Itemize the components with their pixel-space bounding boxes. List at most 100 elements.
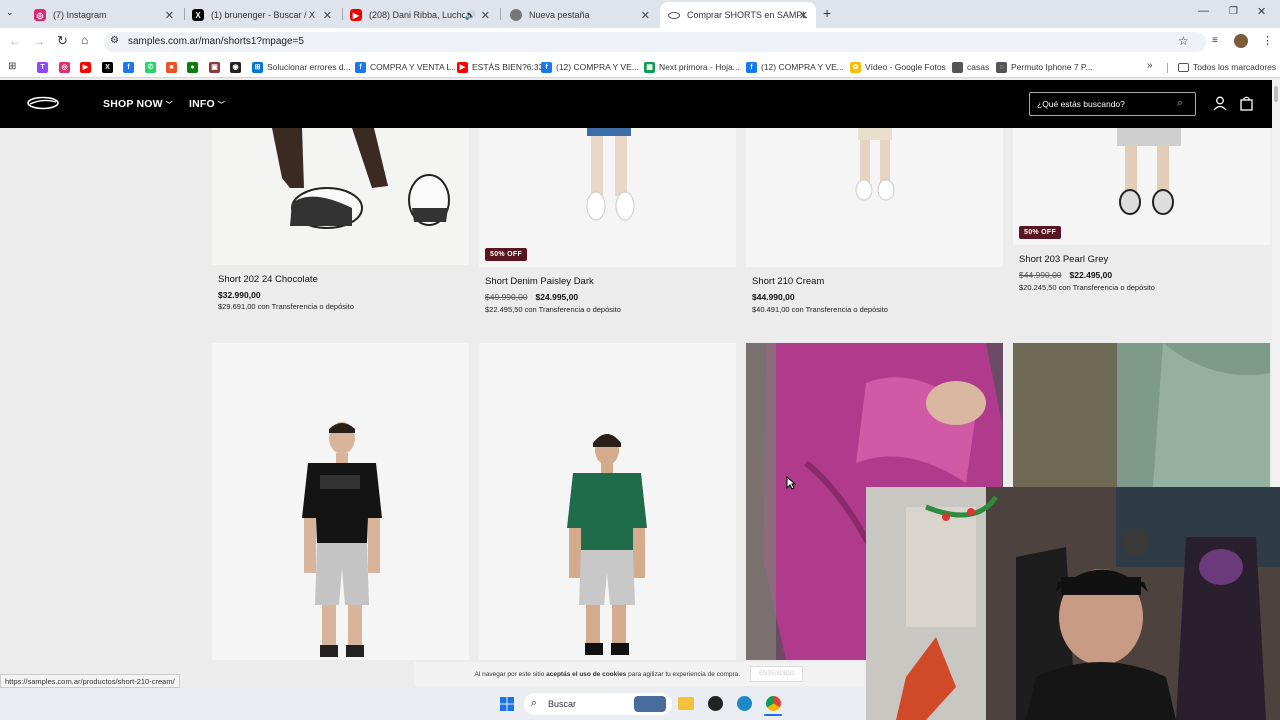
product-name[interactable]: Short 202 24 Chocolate [218, 274, 318, 285]
tab-x-search[interactable]: X (1) brunenger - Buscar / X ✕ [184, 2, 340, 28]
profile-avatar[interactable] [1234, 34, 1248, 48]
bookmark-label: Solucionar errores d... [267, 62, 351, 72]
bookmark-item[interactable]: ■ [166, 60, 181, 74]
product-name[interactable]: Short 203 Pearl Grey [1019, 254, 1108, 265]
x-icon: X [102, 61, 113, 73]
bookmark-item[interactable]: ▦ Next primora - Hoja... [644, 60, 740, 74]
cookie-accept-button[interactable]: ENTENDIDO [750, 666, 804, 682]
product-image-green-short[interactable] [1013, 343, 1270, 487]
instagram-icon: ◎ [59, 61, 70, 73]
tab-title: Comprar SHORTS en SAMPLES [687, 10, 808, 20]
menu-kebab-icon[interactable]: ⋮ [1262, 34, 1273, 47]
close-tab-icon[interactable]: ✕ [481, 9, 490, 22]
minimize-icon[interactable]: — [1198, 5, 1209, 17]
url-text[interactable]: samples.com.ar/man/shorts1?mpage=5 [128, 34, 304, 50]
bookmark-item[interactable]: ✆ [145, 60, 160, 74]
facebook-icon: f [355, 61, 366, 73]
product-image-short-210[interactable] [746, 128, 1003, 267]
bookmark-item[interactable]: ◉ [230, 60, 245, 74]
bookmark-item[interactable]: ✿ Vídeo - Google Fotos [850, 60, 946, 74]
home-icon[interactable]: ⌂ [81, 33, 88, 47]
account-icon[interactable] [1213, 96, 1227, 111]
site-search-input[interactable]: ¿Qué estás buscando? [1029, 92, 1196, 116]
app-icon: ▣ [209, 61, 220, 73]
nav-info[interactable]: INFO ﹀ [189, 98, 225, 110]
samples-logo[interactable] [26, 96, 60, 110]
windows-start-icon[interactable] [500, 697, 514, 711]
edge-icon[interactable] [737, 696, 752, 711]
site-info-icon[interactable]: ⚙ [110, 35, 119, 46]
product-old-price: $44.990,00 [1019, 270, 1062, 280]
media-control-icon[interactable]: ≡ [1212, 35, 1218, 46]
search-placeholder: ¿Qué estás buscando? [1037, 99, 1125, 109]
product-image-model-green-tee[interactable] [479, 343, 736, 660]
scrollbar-thumb[interactable] [1274, 86, 1278, 102]
app-icon[interactable] [708, 696, 723, 711]
tab-youtube[interactable]: ▶ (208) Dani Ribba, Lucho SSJ 🔊 ✕ [342, 2, 498, 28]
bookmark-item[interactable]: f COMPRA Y VENTA L... [355, 60, 458, 74]
discount-badge: 50% OFF [1019, 226, 1062, 239]
github-icon: ◉ [230, 61, 241, 73]
tab-samples-shorts[interactable]: Comprar SHORTS en SAMPLES ✕ [660, 2, 816, 28]
bookmark-item[interactable]: f (12) COMPRA Y VE... [541, 60, 639, 74]
bookmark-item[interactable]: f [123, 60, 138, 74]
audio-playing-icon[interactable]: 🔊 [465, 10, 476, 21]
product-image-short-202[interactable] [212, 128, 469, 265]
cart-bag-icon[interactable] [1240, 96, 1253, 111]
discount-badge: 50% OFF [485, 248, 528, 261]
bookmark-item[interactable]: ▶ ESTÁS BIEN?6:33 [457, 60, 543, 74]
close-window-icon[interactable]: ✕ [1257, 5, 1266, 18]
bookmark-star-icon[interactable]: ☆ [1178, 34, 1189, 48]
new-tab-icon[interactable]: + [823, 5, 831, 21]
more-bookmarks-icon[interactable]: » [1147, 60, 1153, 71]
tab-instagram[interactable]: ◎ (7) Instagram ✕ [26, 2, 182, 28]
bookmark-item[interactable]: ▣ [209, 60, 224, 74]
close-tab-icon[interactable]: ✕ [165, 9, 174, 22]
back-icon[interactable]: ← [9, 34, 21, 48]
globe-icon: ◌ [996, 61, 1007, 73]
close-tab-icon[interactable]: ✕ [323, 9, 332, 22]
product-name[interactable]: Short 210 Cream [752, 276, 824, 287]
webcam-overlay [866, 487, 1280, 720]
tab-new-tab[interactable]: Nueva pestaña ✕ [502, 2, 658, 28]
bookmark-item[interactable]: casas [952, 60, 989, 74]
tab-title: (208) Dani Ribba, Lucho SSJ [369, 10, 465, 20]
product-name[interactable]: Short Denim Paisley Dark [485, 276, 594, 287]
instagram-icon: ◎ [34, 9, 46, 21]
bookmark-item[interactable]: ◌ Permuto Iphone 7 P... [996, 60, 1093, 74]
product-current-price: $44.990,00 [752, 292, 795, 302]
chrome-icon [510, 9, 522, 21]
bookmark-item[interactable]: ⊞ Solucionar errores d... [252, 60, 351, 74]
close-tab-icon[interactable]: ✕ [641, 9, 650, 22]
reload-icon[interactable]: ↻ [57, 33, 68, 49]
restore-icon[interactable]: ❐ [1229, 6, 1238, 17]
file-explorer-icon[interactable] [678, 697, 694, 710]
cookie-text-bold: aceptás el uso de cookies [546, 670, 627, 678]
bookmark-item[interactable]: T [37, 60, 52, 74]
product-current-price: $22.495,00 [1069, 270, 1113, 280]
all-bookmarks-label: Todos los marcadores [1193, 62, 1277, 72]
weather-widget-icon[interactable] [634, 696, 666, 712]
product-transfer-price: $22.495,50 con Transferencia o depósito [485, 305, 621, 314]
tab-search-dropdown-icon[interactable]: ⌄ [6, 7, 20, 21]
bookmark-item[interactable]: ▶ [80, 60, 95, 74]
product-image-short-denim[interactable] [479, 128, 736, 267]
nav-shop-now[interactable]: SHOP NOW ﹀ [103, 98, 173, 110]
chrome-icon[interactable] [766, 696, 781, 711]
bookmark-item[interactable]: ◎ [59, 60, 74, 74]
product-current-price: $24.995,00 [535, 292, 579, 302]
bookmark-item[interactable]: f (12) COMPRA Y VE... [746, 60, 844, 74]
apps-grid-icon[interactable]: ⊞ [8, 61, 16, 72]
forward-icon[interactable]: → [33, 34, 45, 48]
product-transfer-price: $20.245,50 con Transferencia o depósito [1019, 283, 1155, 292]
bookmark-label: (12) COMPRA Y VE... [556, 62, 639, 72]
bookmark-item[interactable]: ● [187, 60, 202, 74]
all-bookmarks-folder[interactable]: Todos los marcadores [1178, 60, 1276, 74]
folder-icon [1178, 62, 1189, 72]
bookmark-label: ESTÁS BIEN?6:33 [472, 62, 544, 72]
close-tab-icon[interactable]: ✕ [799, 9, 808, 22]
product-image-model-black-tee[interactable] [212, 343, 469, 660]
search-icon[interactable]: ⌕ [1177, 97, 1183, 110]
youtube-icon: ▶ [457, 61, 468, 73]
bookmark-item[interactable]: X [102, 60, 117, 74]
